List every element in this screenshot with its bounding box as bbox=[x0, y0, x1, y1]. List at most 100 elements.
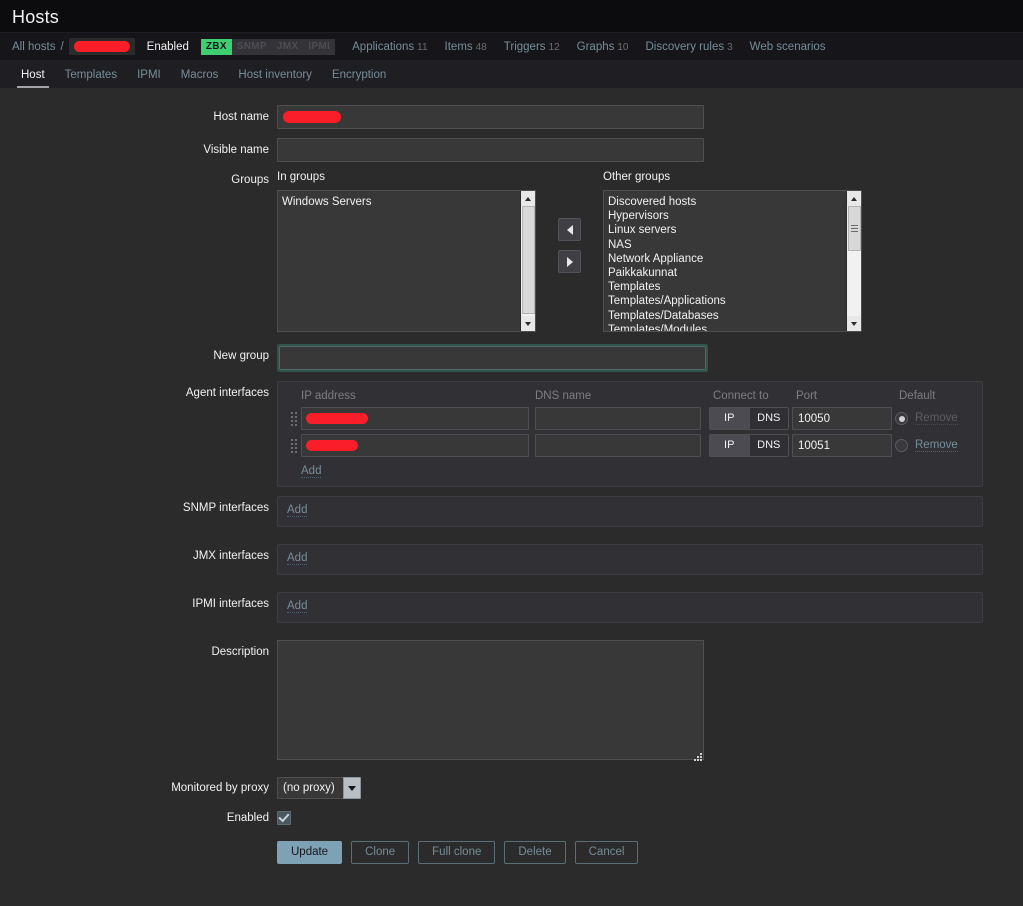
breadcrumb-item-graphs[interactable]: Graphs 10 bbox=[577, 41, 629, 53]
remove-interface-link[interactable]: Remove bbox=[915, 439, 958, 452]
scroll-up-icon[interactable] bbox=[846, 191, 861, 206]
description-textarea[interactable] bbox=[277, 640, 704, 760]
in-groups-scrollbar[interactable] bbox=[520, 191, 535, 331]
drag-handle-icon[interactable] bbox=[287, 438, 301, 453]
tab-templates[interactable]: Templates bbox=[55, 69, 127, 88]
tab-host-inventory[interactable]: Host inventory bbox=[228, 69, 322, 88]
count: 3 bbox=[727, 41, 733, 53]
tab-ipmi[interactable]: IPMI bbox=[127, 69, 171, 88]
list-item[interactable]: Templates/Modules bbox=[608, 323, 846, 331]
breadcrumb-item-discovery-rules[interactable]: Discovery rules 3 bbox=[646, 41, 733, 53]
label: Graphs bbox=[576, 40, 615, 53]
field-row-description: Description bbox=[0, 640, 1023, 763]
tab-macros[interactable]: Macros bbox=[171, 69, 229, 88]
default-radio[interactable] bbox=[895, 439, 908, 452]
dns-name-input[interactable] bbox=[535, 407, 701, 430]
port-input[interactable] bbox=[792, 407, 892, 430]
delete-button[interactable]: Delete bbox=[504, 841, 566, 864]
scrollbar-thumb[interactable] bbox=[848, 206, 861, 251]
move-to-other-groups-button[interactable] bbox=[558, 250, 581, 273]
add-jmx-interface-link[interactable]: Add bbox=[287, 552, 308, 565]
connect-to-toggle: IP DNS bbox=[709, 434, 789, 457]
full-clone-button[interactable]: Full clone bbox=[418, 841, 496, 864]
other-groups-options: Discovered hosts Hypervisors Linux serve… bbox=[604, 191, 846, 331]
column-header-connect-to: Connect to bbox=[713, 390, 769, 402]
enabled-checkbox[interactable] bbox=[277, 811, 291, 825]
new-group-input[interactable] bbox=[279, 346, 706, 370]
column-header-dns-name: DNS name bbox=[535, 390, 592, 402]
connect-to-ip-option[interactable]: IP bbox=[709, 434, 749, 457]
list-item[interactable]: Discovered hosts bbox=[608, 195, 846, 209]
tab-host[interactable]: Host bbox=[11, 69, 55, 88]
breadcrumb-item-applications[interactable]: Applications 11 bbox=[352, 41, 427, 53]
other-groups-scrollbar[interactable] bbox=[846, 191, 861, 331]
tab-encryption[interactable]: Encryption bbox=[322, 69, 396, 88]
other-groups-listbox[interactable]: Discovered hosts Hypervisors Linux serve… bbox=[603, 190, 862, 332]
breadcrumb-all-hosts-link[interactable]: All hosts bbox=[12, 41, 55, 53]
groups-label: Groups bbox=[231, 174, 269, 186]
list-item[interactable]: Paikkakunnat bbox=[608, 266, 846, 280]
connect-to-dns-option[interactable]: DNS bbox=[748, 434, 789, 457]
in-groups-listbox[interactable]: Windows Servers bbox=[277, 190, 536, 332]
scroll-down-icon[interactable] bbox=[846, 316, 861, 331]
list-item[interactable]: NAS bbox=[608, 238, 846, 252]
add-ipmi-interface-link[interactable]: Add bbox=[287, 600, 308, 613]
connect-to-ip-option[interactable]: IP bbox=[709, 407, 749, 430]
list-item[interactable]: Linux servers bbox=[608, 223, 846, 237]
new-group-label: New group bbox=[213, 350, 269, 362]
page-header: Hosts bbox=[0, 0, 1023, 32]
count: 11 bbox=[417, 41, 428, 53]
update-button[interactable]: Update bbox=[277, 841, 343, 864]
scrollbar-thumb[interactable] bbox=[522, 206, 535, 314]
in-groups-column: In groups Windows Servers bbox=[277, 171, 536, 332]
list-item[interactable]: Hypervisors bbox=[608, 209, 846, 223]
list-item[interactable]: Templates/Databases bbox=[608, 309, 846, 323]
host-name-input[interactable] bbox=[277, 105, 704, 129]
drag-handle-icon[interactable] bbox=[287, 411, 301, 426]
breadcrumb-host-name-redacted[interactable] bbox=[68, 38, 135, 55]
snmp-interfaces-panel: Add bbox=[277, 496, 983, 527]
badge-jmx: JMX bbox=[271, 38, 304, 55]
add-snmp-interface-link[interactable]: Add bbox=[287, 504, 308, 517]
form-actions-row: Update Clone Full clone Delete Cancel bbox=[0, 830, 1023, 864]
label: Discovery rules bbox=[645, 40, 725, 53]
page-title: Hosts bbox=[12, 7, 60, 27]
scroll-up-icon[interactable] bbox=[520, 191, 535, 206]
field-row-groups: Groups In groups Windows Servers Other g… bbox=[0, 171, 1023, 332]
count: 48 bbox=[475, 41, 487, 53]
field-row-snmp-interfaces: SNMP interfaces Add bbox=[0, 496, 1023, 527]
chevron-down-icon[interactable] bbox=[342, 777, 361, 799]
breadcrumb-item-items[interactable]: Items 48 bbox=[445, 41, 487, 53]
port-input[interactable] bbox=[792, 434, 892, 457]
visible-name-input[interactable] bbox=[277, 138, 704, 162]
visible-name-label: Visible name bbox=[203, 144, 269, 156]
clone-button[interactable]: Clone bbox=[351, 841, 410, 864]
agent-interfaces-column-headers: IP address DNS name Connect to Port Defa… bbox=[287, 390, 973, 407]
list-item[interactable]: Templates bbox=[608, 280, 846, 294]
list-item[interactable]: Network Appliance bbox=[608, 252, 846, 266]
table-row: IP DNS Remove bbox=[287, 434, 973, 457]
breadcrumb-item-web-scenarios[interactable]: Web scenarios bbox=[750, 41, 826, 53]
proxy-select[interactable]: (no proxy) bbox=[277, 777, 361, 799]
proxy-select-value: (no proxy) bbox=[277, 777, 343, 799]
list-item[interactable]: Templates/Applications bbox=[608, 294, 846, 308]
list-item[interactable]: Windows Servers bbox=[282, 195, 520, 209]
table-row: IP DNS Remove bbox=[287, 407, 973, 430]
scrollbar-grip-icon bbox=[851, 223, 858, 234]
label: Web scenarios bbox=[749, 40, 826, 53]
field-row-visible-name: Visible name bbox=[0, 138, 1023, 162]
other-groups-header: Other groups bbox=[603, 171, 671, 183]
connect-to-dns-option[interactable]: DNS bbox=[748, 407, 789, 430]
default-cell: Remove bbox=[895, 412, 990, 425]
breadcrumb-item-triggers[interactable]: Triggers 12 bbox=[504, 41, 560, 53]
agent-interfaces-label: Agent interfaces bbox=[185, 387, 269, 399]
dns-name-input[interactable] bbox=[535, 434, 701, 457]
add-agent-interface-link[interactable]: Add bbox=[301, 465, 322, 478]
host-status-label: Enabled bbox=[146, 40, 189, 53]
default-radio[interactable] bbox=[895, 412, 908, 425]
ip-redaction-bar bbox=[306, 413, 368, 424]
move-to-in-groups-button[interactable] bbox=[558, 218, 581, 241]
cancel-button[interactable]: Cancel bbox=[574, 841, 639, 864]
scroll-down-icon[interactable] bbox=[520, 316, 535, 331]
